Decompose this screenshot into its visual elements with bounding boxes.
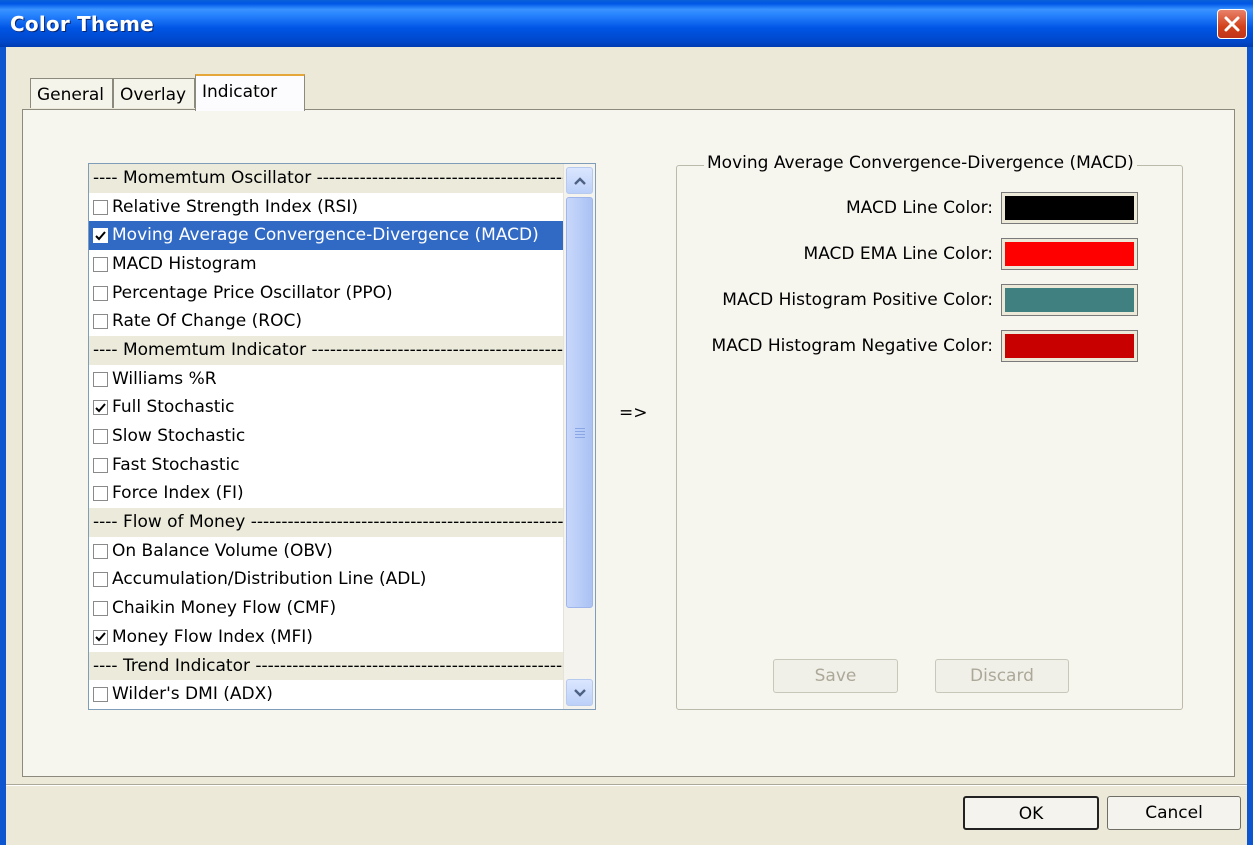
checkmark-icon [95,231,106,241]
macd-ema-line-color-row: MACD EMA Line Color: [803,238,1138,270]
list-item-label: Moving Average Convergence-Divergence (M… [112,225,539,246]
list-group-header: ---- Trend Indicator -------------------… [89,651,563,681]
color-swatch [1005,196,1134,220]
title-bar[interactable]: Color Theme [0,0,1253,47]
list-item[interactable]: Rate Of Change (ROC) [89,307,563,336]
checkbox[interactable] [93,601,108,617]
color-theme-dialog: Color Theme General Overlay Indicator --… [0,0,1253,845]
list-item[interactable]: MACD Histogram [89,250,563,279]
ok-button[interactable]: OK [963,796,1099,830]
list-item-label: Force Index (FI) [112,483,244,504]
list-item[interactable]: Money Flow Index (MFI) [89,623,563,652]
chevron-up-icon [573,176,586,185]
footer-separator [6,784,1247,786]
groupbox-legend: Moving Average Convergence-Divergence (M… [704,153,1137,173]
macd-histogram-positive-color-button[interactable] [1001,284,1138,316]
checkbox[interactable] [93,457,108,473]
list-item[interactable]: Full Stochastic [89,394,563,423]
list-item[interactable]: Accumulation/Distribution Line (ADL) [89,566,563,595]
list-group-header: ---- Flow of Money ---------------------… [89,508,563,537]
color-swatch [1005,242,1134,266]
list-item[interactable]: On Balance Volume (OBV) [89,537,563,566]
list-item[interactable]: Relative Strength Index (RSI) [89,193,563,222]
grip-icon [575,428,585,439]
macd-histogram-positive-color-label: MACD Histogram Positive Color: [722,290,993,310]
list-item[interactable]: Percentage Price Oscillator (PPO) [89,279,563,308]
indicator-list: ---- Momemtum Oscillator ---------------… [89,164,563,709]
list-item[interactable]: Wilder's DMI (ADX) [89,680,563,709]
macd-histogram-negative-color-button[interactable] [1001,330,1138,362]
list-group-header: ---- Momemtum Indicator ----------------… [89,336,563,365]
checkbox[interactable] [93,371,108,387]
checkbox[interactable] [93,256,108,272]
list-item[interactable]: Force Index (FI) [89,480,563,509]
list-item-label: Full Stochastic [112,397,235,418]
list-item-label: Slow Stochastic [112,426,246,447]
macd-histogram-negative-color-row: MACD Histogram Negative Color: [711,330,1138,362]
tab-general[interactable]: General [30,78,113,108]
checkbox[interactable] [93,228,108,244]
tab-indicator[interactable]: Indicator [195,74,305,111]
indicator-listbox[interactable]: ---- Momemtum Oscillator ---------------… [88,163,596,710]
list-item-label: ---- Trend Indicator -------------------… [93,655,563,676]
list-item[interactable]: Williams %R [89,365,563,394]
list-item-label: MACD Histogram [112,253,257,274]
window-frame-left [0,47,6,845]
list-item-label: Money Flow Index (MFI) [112,626,313,647]
close-button[interactable] [1217,9,1247,39]
list-item[interactable]: Chaikin Money Flow (CMF) [89,594,563,623]
vertical-scrollbar[interactable] [563,164,595,709]
list-item-label: Rate Of Change (ROC) [112,311,302,332]
checkbox[interactable] [93,400,108,416]
checkmark-icon [95,403,106,413]
list-item-label: Chaikin Money Flow (CMF) [112,598,337,619]
list-item-label: Accumulation/Distribution Line (ADL) [112,569,427,590]
discard-button[interactable]: Discard [935,659,1069,693]
arrow-label: => [619,403,648,423]
list-item-label: Wilder's DMI (ADX) [112,684,273,705]
save-button[interactable]: Save [773,659,898,693]
checkbox[interactable] [93,572,108,588]
list-group-header: ---- Momemtum Oscillator ---------------… [89,164,563,193]
list-item-label: Williams %R [112,368,217,389]
tab-overlay[interactable]: Overlay [113,78,195,108]
list-item-label: ---- Momemtum Indicator ----------------… [93,339,563,360]
checkbox[interactable] [93,199,108,215]
checkbox[interactable] [93,486,108,502]
scroll-down-button[interactable] [566,679,593,706]
scroll-thumb[interactable] [566,197,593,608]
chevron-down-icon [573,688,586,697]
list-item-label: ---- Momemtum Oscillator ---------------… [93,167,563,188]
macd-color-groupbox: Moving Average Convergence-Divergence (M… [676,153,1183,710]
checkbox[interactable] [93,687,108,703]
list-item-label: On Balance Volume (OBV) [112,540,333,561]
checkbox[interactable] [93,543,108,559]
color-swatch [1005,334,1134,358]
list-item-label: ---- Flow of Money ---------------------… [93,512,563,533]
list-item[interactable]: Slow Stochastic [89,422,563,451]
list-item-label: Relative Strength Index (RSI) [112,196,358,217]
color-swatch [1005,288,1134,312]
checkbox[interactable] [93,285,108,301]
scroll-up-button[interactable] [566,167,593,194]
cancel-button[interactable]: Cancel [1107,796,1241,830]
list-item[interactable]: Moving Average Convergence-Divergence (M… [89,221,563,251]
checkbox[interactable] [93,314,108,330]
macd-ema-line-color-button[interactable] [1001,238,1138,270]
list-item-label: Fast Stochastic [112,454,240,475]
macd-ema-line-color-label: MACD EMA Line Color: [803,244,993,264]
checkmark-icon [95,632,106,642]
window-frame-right [1247,47,1253,845]
close-icon [1224,16,1240,32]
checkbox[interactable] [93,629,108,645]
list-item-label: Percentage Price Oscillator (PPO) [112,282,393,303]
macd-line-color-row: MACD Line Color: [845,192,1138,224]
checkbox[interactable] [93,429,108,445]
list-item[interactable]: Fast Stochastic [89,451,563,480]
macd-histogram-negative-color-label: MACD Histogram Negative Color: [711,336,993,356]
macd-line-color-label: MACD Line Color: [845,198,993,218]
macd-histogram-positive-color-row: MACD Histogram Positive Color: [722,284,1138,316]
macd-line-color-button[interactable] [1001,192,1138,224]
window-title: Color Theme [10,12,154,36]
